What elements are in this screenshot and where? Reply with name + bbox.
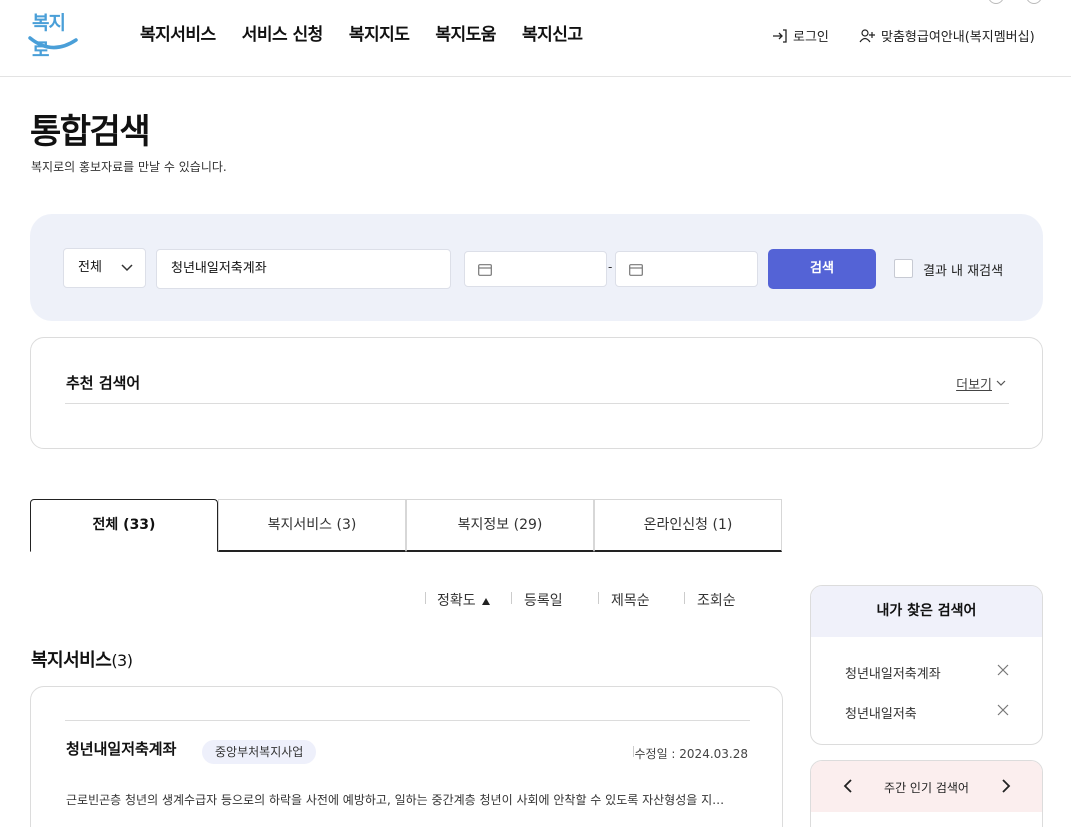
logo[interactable]: 복지로 — [28, 8, 80, 61]
date-separator: - — [608, 260, 613, 274]
end-date-field[interactable] — [615, 251, 758, 287]
more-button[interactable]: 더보기 — [956, 374, 1006, 393]
logo-smile-icon — [28, 36, 78, 50]
login-icon — [773, 28, 787, 43]
sort-divider — [598, 592, 599, 604]
result-description: 근로빈곤층 청년의 생계수급자 등으로의 하락을 사전에 예방하고, 일하는 중… — [66, 793, 725, 807]
tab-online-apply[interactable]: 온라인신청 (1) — [594, 499, 782, 552]
section-count: (3) — [111, 651, 133, 670]
my-search-item[interactable]: 청년내일저축 — [845, 703, 917, 722]
page-title: 통합검색 — [30, 112, 151, 152]
main-nav: 복지서비스 서비스 신청 복지지도 복지도움 복지신고 — [140, 20, 583, 45]
result-title[interactable]: 청년내일저축계좌 — [66, 738, 176, 759]
calendar-icon — [478, 264, 492, 276]
result-date: 수정일 : 2024.03.28 — [634, 747, 749, 761]
sort-divider — [684, 592, 685, 604]
search-panel: 전체 청년내일저축계좌 - 검색 결과 내 재검색 — [30, 214, 1043, 321]
sort-divider — [511, 592, 512, 604]
popular-header: 주간 인기 검색어 — [811, 761, 1042, 812]
top-circle-icon[interactable] — [1026, 0, 1042, 4]
more-label: 더보기 — [956, 378, 992, 393]
chevron-down-icon — [996, 380, 1006, 386]
tab-welfare-service[interactable]: 복지서비스 (3) — [218, 499, 406, 552]
result-tabs: 전체 (33) 복지서비스 (3) 복지정보 (29) 온라인신청 (1) — [30, 499, 782, 552]
divider — [65, 403, 1009, 404]
research-label: 결과 내 재검색 — [923, 264, 1004, 279]
my-searches-title: 내가 찾은 검색어 — [811, 586, 1042, 637]
calendar-icon — [629, 264, 643, 276]
page-description: 복지로의 홍보자료를 만날 수 있습니다. — [31, 160, 227, 174]
close-icon[interactable] — [997, 704, 1009, 716]
tab-all[interactable]: 전체 (33) — [30, 499, 218, 552]
membership-link[interactable]: 맞춤형급여안내(복지멤버십) — [859, 26, 1035, 45]
close-icon[interactable] — [997, 664, 1009, 676]
login-label: 로그인 — [793, 30, 829, 45]
header: 복지로 복지서비스 서비스 신청 복지지도 복지도움 복지신고 로그인 맞춤형급… — [0, 0, 1071, 77]
sort-title[interactable]: 제목순 — [611, 590, 650, 610]
recommended-keywords: 추천 검색어 더보기 — [30, 337, 1043, 449]
result-card: 청년내일저축계좌 중앙부처복지사업 수정일 : 2024.03.28 근로빈곤층… — [30, 686, 783, 827]
caret-up-icon — [482, 598, 491, 605]
chevron-down-icon — [121, 264, 133, 272]
membership-label: 맞춤형급여안내(복지멤버십) — [881, 30, 1035, 45]
search-button[interactable]: 검색 — [768, 249, 876, 289]
section-title: 복지서비스(3) — [31, 646, 133, 672]
recommended-title: 추천 검색어 — [66, 374, 141, 392]
login-link[interactable]: 로그인 — [772, 26, 829, 45]
nav-item-welfare-service[interactable]: 복지서비스 — [140, 20, 216, 45]
chevron-right-icon[interactable] — [1001, 778, 1011, 794]
sort-date[interactable]: 등록일 — [524, 590, 563, 610]
result-badge: 중앙부처복지사업 — [202, 740, 317, 764]
sort-accuracy[interactable]: 정확도 — [437, 590, 491, 610]
popular-keywords-panel: 주간 인기 검색어 — [810, 760, 1043, 827]
search-input[interactable]: 청년내일저축계좌 — [156, 249, 451, 289]
category-select-value: 전체 — [78, 260, 102, 275]
user-plus-icon — [859, 28, 875, 42]
start-date-field[interactable] — [464, 251, 607, 287]
nav-item-welfare-map[interactable]: 복지지도 — [349, 20, 410, 45]
my-searches-panel: 내가 찾은 검색어 청년내일저축계좌 청년내일저축 — [810, 585, 1043, 745]
nav-item-welfare-report[interactable]: 복지신고 — [522, 20, 583, 45]
top-circle-icon[interactable] — [988, 0, 1004, 4]
category-select[interactable]: 전체 — [63, 248, 146, 288]
my-search-item[interactable]: 청년내일저축계좌 — [845, 663, 941, 682]
research-checkbox[interactable] — [894, 259, 913, 278]
sort-accuracy-label: 정확도 — [437, 593, 476, 609]
tab-welfare-info[interactable]: 복지정보 (29) — [406, 499, 594, 552]
nav-item-service-apply[interactable]: 서비스 신청 — [242, 20, 324, 45]
sort-divider — [425, 592, 426, 604]
sort-views[interactable]: 조회순 — [697, 590, 736, 610]
section-title-text: 복지서비스 — [31, 650, 112, 671]
nav-item-welfare-help[interactable]: 복지도움 — [435, 20, 496, 45]
divider — [65, 720, 750, 721]
